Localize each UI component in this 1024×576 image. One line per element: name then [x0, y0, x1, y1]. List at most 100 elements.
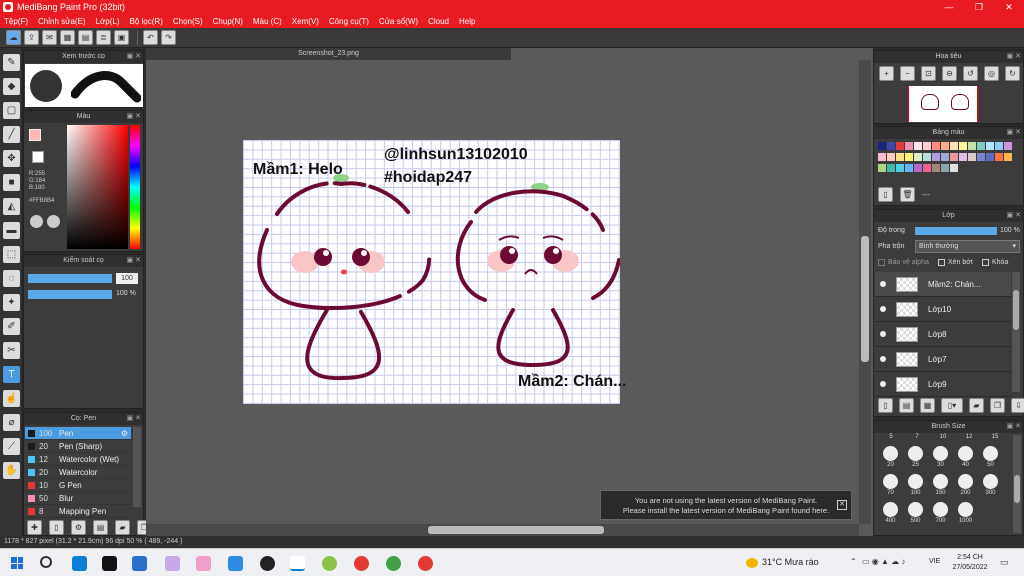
taskbar-medibang-icon[interactable] — [290, 556, 305, 571]
eraser-tool-icon[interactable]: ◆ — [3, 78, 20, 95]
size-preset[interactable]: 200 — [953, 472, 978, 500]
size-header-value[interactable]: 7 — [904, 434, 930, 440]
brush-list-item[interactable]: 50 Blur — [25, 492, 131, 505]
palette-swatch[interactable] — [968, 153, 976, 161]
taskbar-game-icon[interactable] — [196, 556, 211, 571]
size-header-value[interactable]: 15 — [982, 434, 1008, 440]
update-notice[interactable]: You are not using the latest version of … — [600, 490, 852, 520]
layer-list-scrollbar[interactable] — [1012, 272, 1020, 392]
clipping-option[interactable]: Xén bớt — [938, 259, 973, 266]
menu-file[interactable]: Tệp(F) — [4, 17, 28, 26]
duplicate-layer-icon[interactable]: ❐ — [990, 398, 1005, 413]
navigator-thumbnail[interactable] — [908, 86, 978, 122]
size-scrollbar[interactable] — [1013, 435, 1021, 533]
menu-select[interactable]: Chọn(S) — [173, 17, 203, 26]
taskbar-app-icon[interactable] — [165, 556, 180, 571]
palette-swatch[interactable] — [905, 153, 913, 161]
taskbar-chrome-icon[interactable] — [354, 556, 369, 571]
color-mode-icon[interactable] — [47, 215, 60, 228]
cloud-icon[interactable]: ☁ — [6, 30, 21, 45]
merge-layer-icon[interactable]: ⇩ — [1011, 398, 1024, 413]
size-preset[interactable]: 150 — [928, 472, 953, 500]
palette-swatch[interactable] — [932, 142, 940, 150]
size-preset[interactable]: 25 — [903, 444, 928, 472]
tray-chevron-icon[interactable]: ⌃ — [850, 557, 857, 566]
brush-list-item[interactable]: 10 G Pen — [25, 479, 131, 492]
zoom-fit-icon[interactable]: ⊡ — [921, 66, 936, 81]
brush-list-item[interactable]: 20 Pen (Sharp) — [25, 440, 131, 453]
close-button[interactable]: ✕ — [994, 0, 1024, 14]
panel-close-icon[interactable]: ▣ ✕ — [127, 255, 141, 267]
size-preset[interactable]: 100 — [903, 472, 928, 500]
new-layer-icon[interactable]: ▯ — [878, 398, 893, 413]
text-tool-icon[interactable]: T — [3, 366, 20, 383]
menu-tools[interactable]: Công cụ(T) — [329, 17, 369, 26]
palette-swatch[interactable] — [995, 153, 1003, 161]
size-scroll-thumb[interactable] — [1014, 475, 1020, 503]
redo-icon[interactable]: ↷ — [161, 30, 176, 45]
fill-rect-tool-icon[interactable]: ■ — [3, 174, 20, 191]
brush-size-value[interactable]: 100 — [116, 273, 138, 284]
taskbar-record-icon[interactable] — [260, 556, 275, 571]
menu-color[interactable]: Màu (C) — [253, 17, 282, 26]
taskbar-camera-icon[interactable] — [228, 556, 243, 571]
brush-list-item[interactable]: 100 Pen ⚙ — [25, 427, 131, 440]
palette-swatch[interactable] — [887, 164, 895, 172]
palette-swatch[interactable] — [914, 153, 922, 161]
panel-close-icon[interactable]: ▣ ✕ — [127, 51, 141, 63]
new-8bit-layer-icon[interactable]: ▦ — [920, 398, 935, 413]
palette-swatch[interactable] — [932, 153, 940, 161]
magic-wand-tool-icon[interactable]: ✦ — [3, 294, 20, 311]
brush-opacity-slider[interactable] — [28, 290, 112, 299]
brush-list-item[interactable]: 20 Watercolor — [25, 466, 131, 479]
new-halftone-layer-icon[interactable]: ▤ — [899, 398, 914, 413]
protect-alpha-option[interactable]: Bảo vệ alpha — [878, 259, 929, 266]
copy-brush-icon[interactable]: ▯ — [49, 520, 64, 535]
hue-slider[interactable] — [130, 125, 140, 249]
clipping-checkbox[interactable] — [938, 259, 945, 266]
brush-page-icon[interactable]: ▤ — [93, 520, 108, 535]
list-icon[interactable]: ≣ — [96, 30, 111, 45]
divide-tool-icon[interactable]: ⟋ — [3, 438, 20, 455]
palette-swatch[interactable] — [878, 153, 886, 161]
size-preset[interactable]: 30 — [928, 444, 953, 472]
brush-folder-icon[interactable]: ▰ — [115, 520, 130, 535]
gradient-tool-icon[interactable]: ▬ — [3, 222, 20, 239]
size-preset[interactable]: 70 — [878, 472, 903, 500]
taskbar-calendar-icon[interactable] — [132, 556, 147, 571]
palette-swatch[interactable] — [923, 164, 931, 172]
layer-row[interactable]: Lớp8 — [875, 322, 1011, 347]
palette-swatch[interactable] — [914, 164, 922, 172]
layer-opacity-slider[interactable] — [915, 227, 997, 235]
menu-window[interactable]: Cửa sổ(W) — [379, 17, 418, 26]
palette-swatch[interactable] — [878, 142, 886, 150]
brush-settings-icon[interactable]: ⚙ — [71, 520, 86, 535]
panel-close-icon[interactable]: ▣ ✕ — [127, 111, 141, 123]
secondary-color-swatch[interactable] — [32, 151, 44, 163]
document-canvas[interactable]: Mầm1: Helo @linhsun13102010 #hoidap247 M… — [243, 140, 626, 404]
zoom-in-icon[interactable]: + — [879, 66, 894, 81]
palette-swatch[interactable] — [968, 142, 976, 150]
brush-size-slider[interactable] — [28, 274, 112, 283]
notification-icon[interactable]: ▭ — [1000, 557, 1009, 568]
comment-icon[interactable]: ✉ — [42, 30, 57, 45]
palette-swatch[interactable] — [923, 142, 931, 150]
canvas-area[interactable]: Screenshot_23.png Mầm1: Helo @linhsun131… — [146, 48, 873, 536]
zoom-reset-icon[interactable]: ⊖ — [942, 66, 957, 81]
brush-settings-gear-icon[interactable]: ⚙ — [121, 429, 128, 438]
menu-layer[interactable]: Lớp(L) — [96, 17, 120, 26]
size-preset[interactable]: 1000 — [953, 500, 978, 528]
horizontal-scroll-thumb[interactable] — [428, 526, 604, 534]
rotate-right-icon[interactable]: ↻ — [1005, 66, 1020, 81]
lasso-tool-icon[interactable]: ◌ — [3, 270, 20, 287]
language-indicator[interactable]: VIE — [929, 558, 940, 565]
document-tab[interactable]: Screenshot_23.png — [146, 48, 511, 60]
saturation-value-picker[interactable] — [67, 125, 128, 249]
layer-folder-icon[interactable]: ▰ — [969, 398, 984, 413]
size-header-value[interactable]: 5 — [878, 434, 904, 440]
minimize-button[interactable]: — — [934, 0, 964, 14]
palette-swatch[interactable] — [950, 142, 958, 150]
palette-swatch[interactable] — [896, 153, 904, 161]
menu-cloud[interactable]: Cloud — [428, 17, 449, 26]
size-preset[interactable]: 40 — [953, 444, 978, 472]
